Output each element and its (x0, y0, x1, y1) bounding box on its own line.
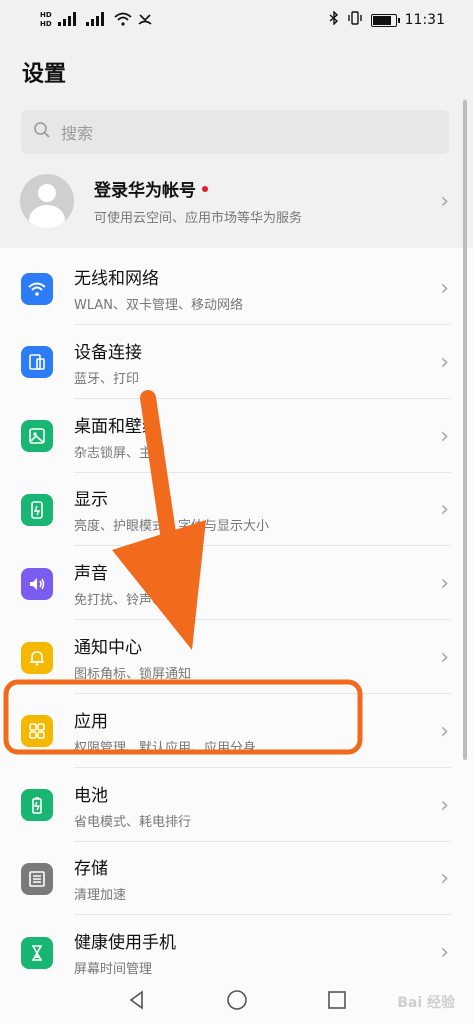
status-time: 11:31 (404, 12, 445, 28)
status-right: 11:31 (329, 10, 445, 29)
account-card[interactable]: 登录华为帐号 可使用云空间、应用市场等华为服务 › (0, 162, 473, 240)
battery-status-icon (370, 13, 400, 27)
chevron-right-icon: › (440, 718, 449, 744)
chevron-right-icon: › (440, 188, 449, 214)
settings-row-subtitle: 蓝牙、打印 (74, 371, 140, 387)
account-title: 登录华为帐号 (94, 181, 196, 201)
vibrate-icon (347, 11, 363, 29)
watermark: Bai 经验 (397, 995, 455, 1011)
device-connect-icon (21, 346, 53, 379)
signal-icon (85, 11, 108, 29)
settings-row-title: 桌面和壁纸 (74, 416, 159, 437)
settings-row-subtitle: 权限管理、默认应用、应用分身 (74, 740, 257, 756)
search-icon (33, 121, 51, 143)
status-bar: HD HD 11:31 (0, 0, 473, 40)
settings-row[interactable]: 存储清理加速 › (0, 842, 473, 916)
missed-call-icon (138, 12, 152, 29)
wallpaper-icon (21, 420, 53, 453)
notification-dot (202, 185, 208, 192)
settings-row[interactable]: 声音免打扰、铃声、振动 › (0, 547, 473, 621)
search-input[interactable]: 搜索 (21, 110, 449, 154)
battery-icon (21, 789, 53, 822)
search-placeholder: 搜索 (61, 124, 94, 143)
chevron-right-icon: › (440, 645, 449, 670)
scrollbar[interactable] (463, 100, 467, 760)
settings-row-title: 应用 (74, 711, 108, 732)
settings-row-title: 电池 (74, 785, 108, 806)
chevron-right-icon: › (440, 940, 449, 966)
chevron-right-icon: › (440, 497, 449, 523)
settings-row-title: 声音 (74, 564, 108, 585)
settings-row[interactable]: 无线和网络 WLAN、双卡管理、移动网络 › (0, 252, 473, 325)
hourglass-icon (21, 936, 53, 969)
settings-row-title: 设备连接 (74, 342, 142, 363)
settings-row-subtitle: 图标角标、锁屏通知 (74, 667, 192, 682)
settings-row-subtitle: WLAN、双卡管理、移动网络 (74, 298, 244, 313)
settings-row[interactable]: 桌面和壁纸杂志锁屏、主题 › (0, 400, 473, 473)
chevron-right-icon: › (440, 866, 449, 892)
account-subtitle: 可使用云空间、应用市场等华为服务 (94, 211, 303, 226)
settings-row[interactable]: 应用权限管理、默认应用、应用分身 › (0, 695, 473, 768)
hd-label-2: HD (40, 20, 52, 28)
chevron-right-icon: › (440, 349, 449, 375)
display-icon (21, 493, 53, 526)
settings-row-title: 无线和网络 (74, 269, 159, 289)
settings-row-subtitle: 杂志锁屏、主题 (74, 445, 166, 461)
settings-row-title: 显示 (74, 490, 108, 511)
navigation-bar: Bai 经验 (0, 976, 473, 1024)
settings-row-title: 健康使用手机 (74, 933, 176, 954)
recents-button[interactable] (323, 986, 351, 1014)
account-title-row: 登录华为帐号 (94, 176, 302, 201)
settings-row-title: 通知中心 (74, 638, 142, 658)
page-title: 设置 (22, 62, 67, 87)
settings-row-title: 存储 (74, 859, 108, 880)
chevron-right-icon: › (440, 423, 449, 449)
chevron-right-icon: › (440, 571, 449, 597)
settings-list: 无线和网络 WLAN、双卡管理、移动网络 › 设备连接 蓝牙、打印 › 桌面和壁纸 杂志锁屏、… (0, 248, 473, 988)
settings-row[interactable]: 电池省电模式、耗电排行 › (0, 769, 473, 842)
avatar (20, 174, 74, 228)
settings-row-subtitle: 亮度、护眼模式、字体与显示大小 (74, 519, 270, 535)
settings-row-subtitle: 屏幕时间管理 (74, 962, 153, 978)
chevron-right-icon: › (440, 792, 449, 818)
bluetooth-icon (329, 10, 339, 29)
apps-icon (21, 715, 53, 748)
battery-level-fill (372, 15, 391, 25)
back-button[interactable] (123, 986, 151, 1014)
settings-row[interactable]: 设备连接蓝牙、打印 › (0, 326, 473, 399)
settings-row[interactable]: 显示亮度、护眼模式、字体与显示大小 › (0, 473, 473, 547)
settings-row-subtitle: 省电模式、耗电排行 (74, 814, 192, 830)
chevron-right-icon: › (440, 276, 449, 301)
settings-row[interactable]: 通知中心图标角标、锁屏通知 › (0, 621, 473, 694)
signal-icon (57, 11, 80, 29)
hd-indicator: HD HD (40, 11, 52, 29)
wifi-status-icon (114, 12, 132, 29)
home-button[interactable] (223, 986, 251, 1014)
bell-icon (21, 641, 53, 674)
settings-row-subtitle: 清理加速 (74, 888, 127, 904)
status-left: HD HD (40, 11, 152, 29)
wifi-icon (21, 272, 53, 305)
hd-label-1: HD (40, 11, 52, 19)
storage-icon (21, 862, 53, 895)
settings-row-subtitle: 免打扰、铃声、振动 (74, 593, 192, 609)
sound-icon (21, 567, 53, 600)
